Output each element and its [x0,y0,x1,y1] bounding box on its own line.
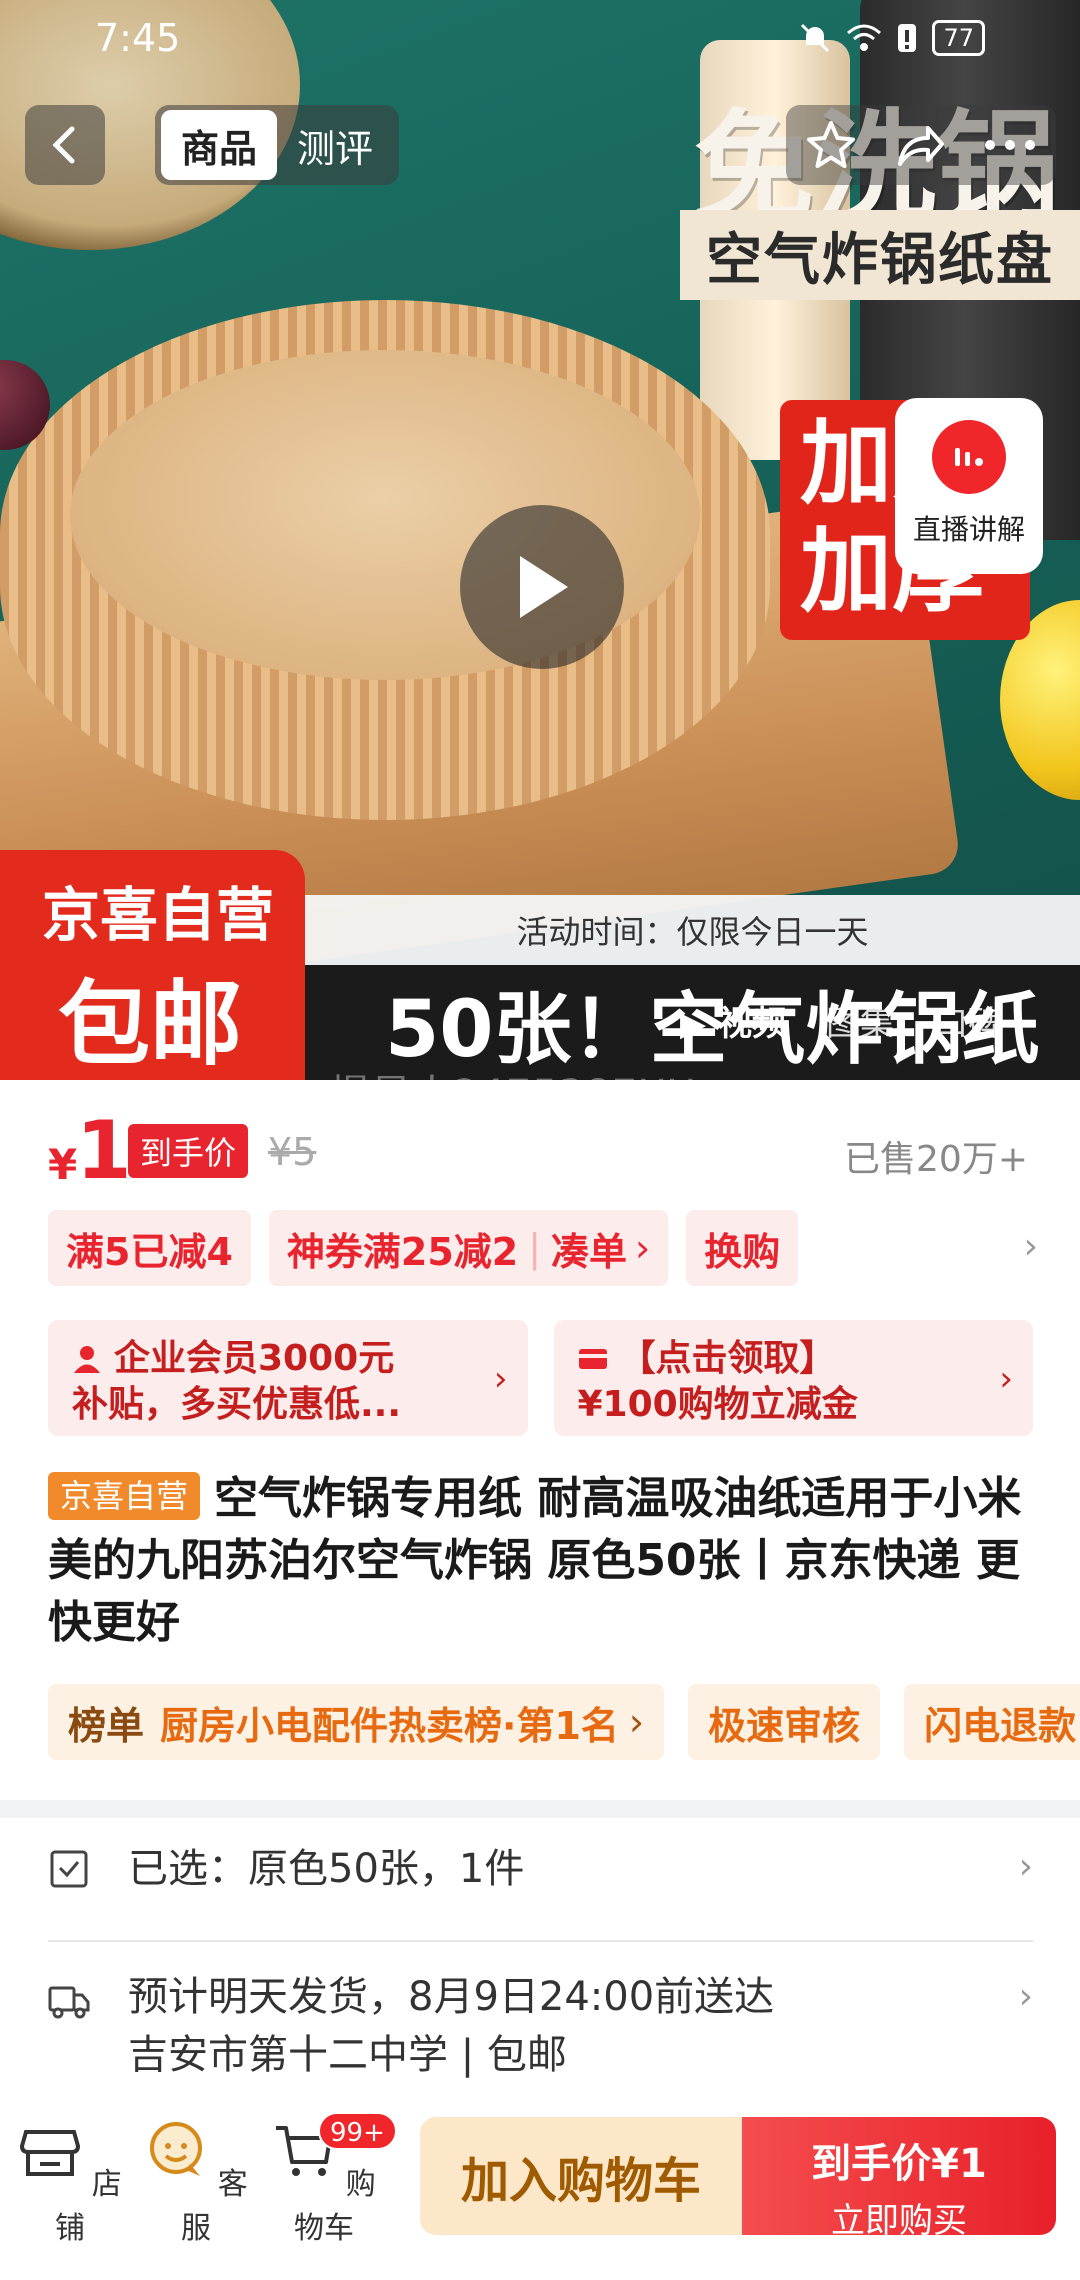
media-tab-video[interactable]: ▶ 视频 [680,996,786,1045]
flash-refund-chip[interactable]: 闪电退款 [904,1684,1080,1760]
hero-subtag: 空气炸锅纸盘 [680,210,1080,300]
benefit-cards: 企业会员3000元 补贴，多买优惠低... › 【点击领取】 ¥100购物立减金… [48,1320,1033,1436]
wifi-icon [847,24,882,51]
chevron-right-icon: › [1018,1846,1033,1887]
sold-count: 已售20万+ [844,1139,1028,1180]
currency-symbol: ¥ [48,1140,78,1189]
live-explain-button[interactable]: 直播讲解 [895,398,1043,574]
promo-chip[interactable]: 满5已减4 [48,1210,251,1286]
more-icon[interactable] [983,138,1037,152]
add-to-cart-button[interactable]: 加入购物车 [420,2117,742,2235]
price-row: ¥ 1 到手价 ¥5 已售20万+ [48,1104,1028,1197]
card-icon [578,1349,607,1369]
delivery-row[interactable]: 预计明天发货，8月9日24:00前送达 吉安市第十二中学 | 包邮 › [48,1968,1033,2088]
delivery-address: 吉安市第十二中学 | 包邮 [128,2032,567,2078]
cart-count-badge: 99+ [318,2112,397,2150]
truck-icon [48,1986,90,2019]
price-value: 1 [76,1104,132,1197]
store-button[interactable]: 店铺 [10,2118,130,2247]
share-icon[interactable] [894,120,946,170]
status-icons: 77 [798,20,985,56]
play-icon [520,556,568,618]
chevron-right-icon: › [999,1359,1013,1399]
top-tabs: 商品 测评 [155,105,400,185]
media-tab-gallery[interactable]: 图集 [826,996,894,1045]
live-label: 直播讲解 [912,513,1025,546]
tab-review[interactable]: 测评 [277,110,393,180]
media-tab-reviews[interactable]: 口碑 [934,996,1002,1045]
chevron-right-icon: › [1018,1976,1033,2017]
top-actions [786,105,1056,185]
store-icon [20,2130,81,2176]
chevron-right-icon: › [493,1359,508,1399]
service-button[interactable]: 客服 [136,2118,256,2247]
bottom-bar: 店铺 客服 购物车 99+ 加入购物车 到手价¥1 立即购买 [0,2100,1080,2280]
alert-icon [898,24,917,52]
play-button[interactable] [460,505,624,669]
person-icon [74,1346,100,1373]
enterprise-benefit[interactable]: 企业会员3000元 补贴，多买优惠低... › [48,1320,528,1436]
self-operated-tag: 京喜自营 [48,1472,201,1520]
product-page: { "status_bar": {"time": "7:45", "batter… [0,0,1080,2280]
promo-line1: 京喜自营 [42,881,275,949]
clipboard-check-icon [50,1850,88,1888]
selected-spec-row[interactable]: 已选：原色50张，1件 › [48,1840,1033,1920]
buy-now-label: 立即购买 [831,2201,967,2241]
promo-line2: 包邮 [58,971,243,1078]
fast-review-chip[interactable]: 极速审核 [688,1684,881,1760]
favorite-star-icon[interactable] [805,120,857,170]
divider [48,1940,1033,1942]
final-price-badge: 到手价 [128,1124,249,1178]
status-bar: 7:45 77 [0,0,1080,75]
mute-bell-icon [801,23,830,53]
buy-price-label: 到手价¥1 [811,2141,987,2187]
coupon-chip[interactable]: 神券满25减2 | 凑单 › [268,1210,669,1286]
back-button[interactable] [25,105,105,185]
rank-chips: 榜单 厨房小电配件热卖榜·第1名 › 极速审核 闪电退款 [48,1684,1080,1760]
chevron-left-icon [52,126,75,164]
customer-service-icon [150,2122,203,2176]
product-card: ¥ 1 到手价 ¥5 已售20万+ 满5已减4 神券满25减2 | 凑单 › 换购 ›… [0,1080,1080,1800]
original-price: ¥5 [268,1130,317,1174]
clock: 7:45 [95,16,181,60]
promo-box: 京喜自营 包邮 [0,850,305,1080]
voucher-benefit[interactable]: 【点击领取】 ¥100购物立减金 › [553,1320,1033,1436]
exchange-chip[interactable]: 换购 [686,1210,799,1286]
buy-now-button[interactable]: 到手价¥1 立即购买 [742,2117,1056,2241]
battery-icon: 77 [932,20,985,56]
live-icon [932,420,1006,494]
chevron-right-icon[interactable]: › [1024,1226,1038,1267]
promo-chips: 满5已减4 神券满25减2 | 凑单 › 换购 › [48,1210,1038,1286]
rank-chip[interactable]: 榜单 厨房小电配件热卖榜·第1名 › [48,1684,665,1760]
tab-product[interactable]: 商品 [161,110,278,180]
media-tabs: ▶ 视频 图集 口碑 [680,990,1002,1050]
delivery-estimate: 预计明天发货，8月9日24:00前送达 [128,1974,775,2020]
watermark: 慢星人2475387XU [330,1062,697,1080]
activity-time: 活动时间：仅限今日一天 [305,895,1080,965]
selected-spec-text: 已选：原色50张，1件 [128,1846,525,1892]
order-info: 已选：原色50张，1件 › 预计明天发货，8月9日24:00前送达 吉安市第十二… [0,1818,1080,2118]
product-title: 京喜自营 空气炸锅专用纸 耐高温吸油纸适用于小米美的九阳苏泊尔空气炸锅 原色50张… [48,1468,1038,1654]
